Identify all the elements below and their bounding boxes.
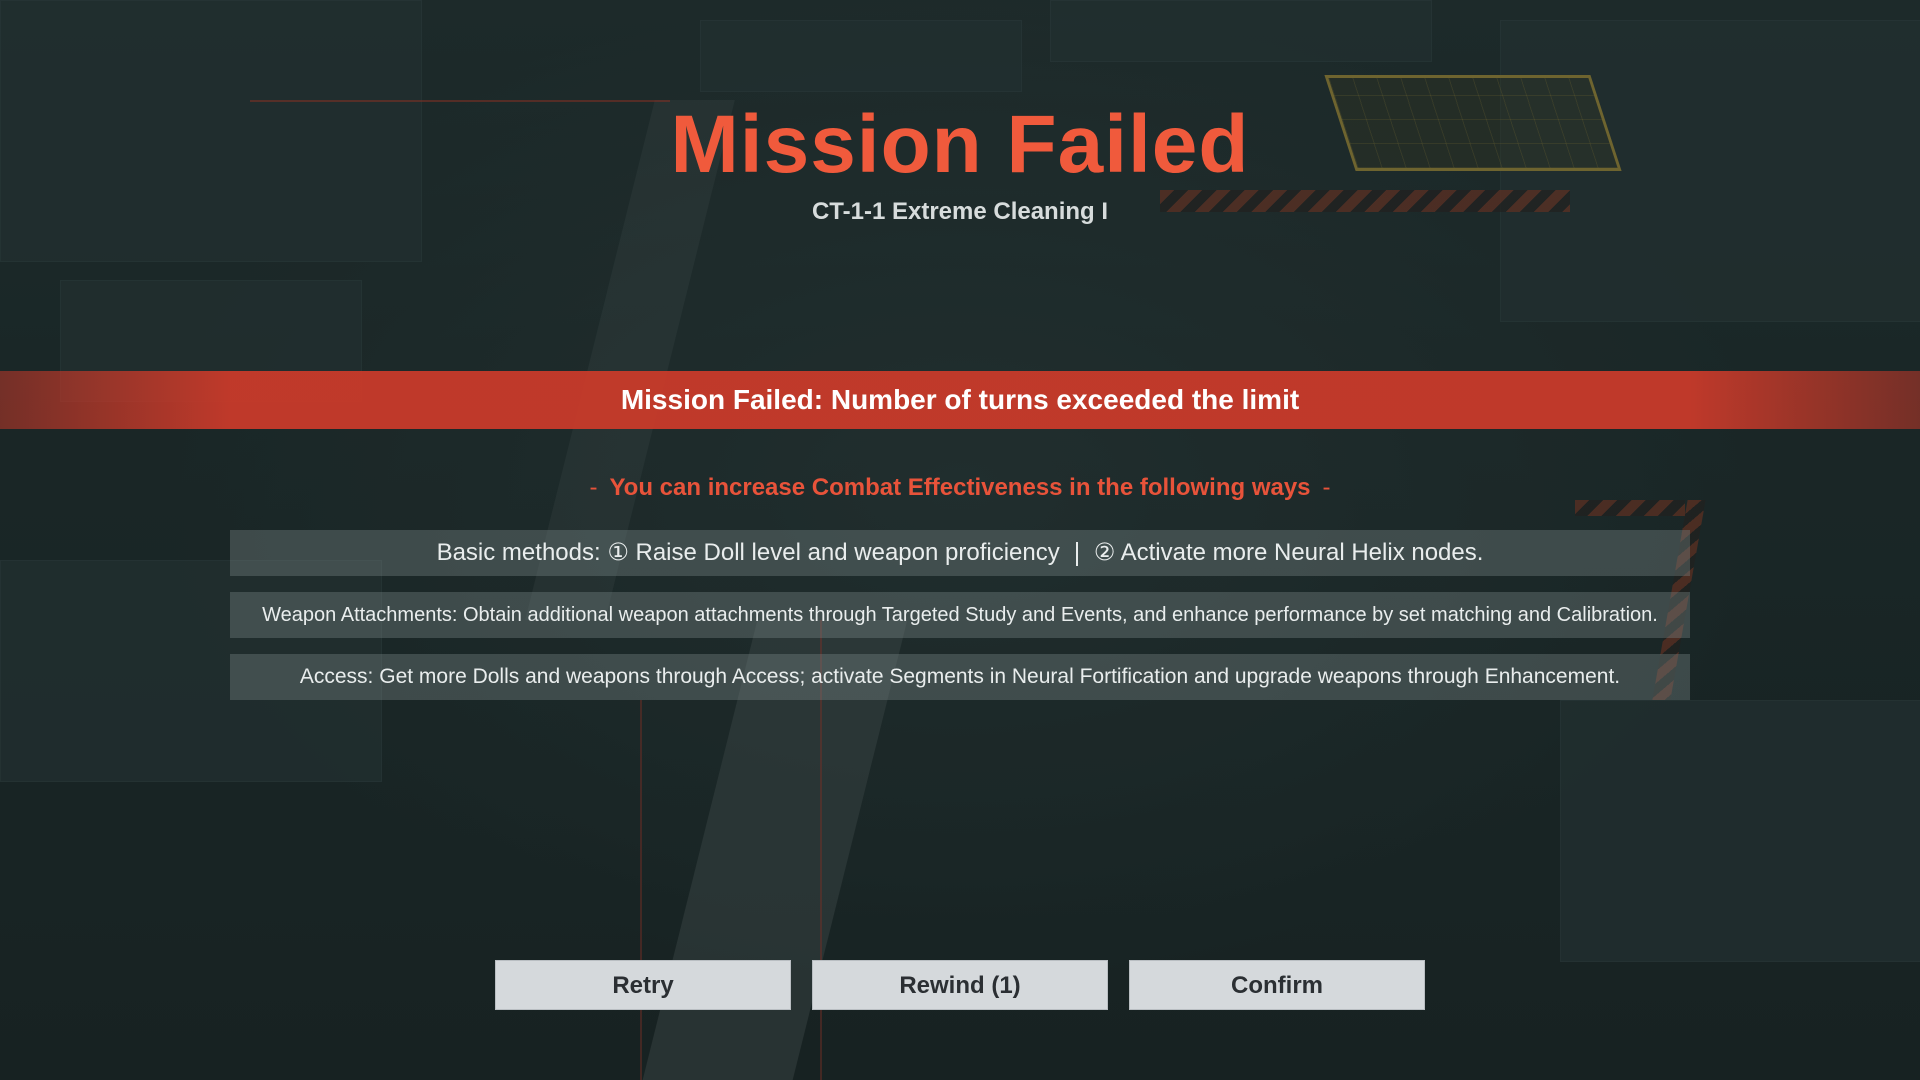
- tip-access-text: Access: Get more Dolls and weapons throu…: [299, 665, 1621, 688]
- heading-dash-left: -: [589, 474, 598, 501]
- confirm-button[interactable]: Confirm: [1129, 960, 1425, 1010]
- tip-weapon-text: Weapon Attachments: Obtain additional we…: [262, 603, 1658, 626]
- fail-reason-banner: Mission Failed: Number of turns exceeded…: [0, 371, 1920, 429]
- rewind-button[interactable]: Rewind (1): [812, 960, 1108, 1010]
- heading-dash-right: -: [1322, 474, 1331, 501]
- tip-access: Access: Get more Dolls and weapons throu…: [230, 654, 1690, 700]
- result-title: Mission Failed: [670, 99, 1250, 190]
- stage-name: CT-1-1 Extreme Cleaning I: [811, 198, 1109, 225]
- tip-basic-methods: Basic methods: ① Raise Doll level and we…: [230, 530, 1690, 576]
- tip-basic-part2: ② Activate more Neural Helix nodes.: [1093, 539, 1484, 566]
- fail-reason-text: Mission Failed: Number of turns exceeded…: [620, 384, 1300, 415]
- tips-heading: - You can increase Combat Effectiveness i…: [0, 474, 1920, 502]
- tip-weapon-attachments: Weapon Attachments: Obtain additional we…: [230, 592, 1690, 638]
- tip-basic-part1: Basic methods: ① Raise Doll level and we…: [436, 539, 1060, 566]
- tip-separator: [1075, 541, 1078, 566]
- retry-button[interactable]: Retry: [495, 960, 791, 1010]
- tips-heading-text: You can increase Combat Effectiveness in…: [609, 474, 1311, 501]
